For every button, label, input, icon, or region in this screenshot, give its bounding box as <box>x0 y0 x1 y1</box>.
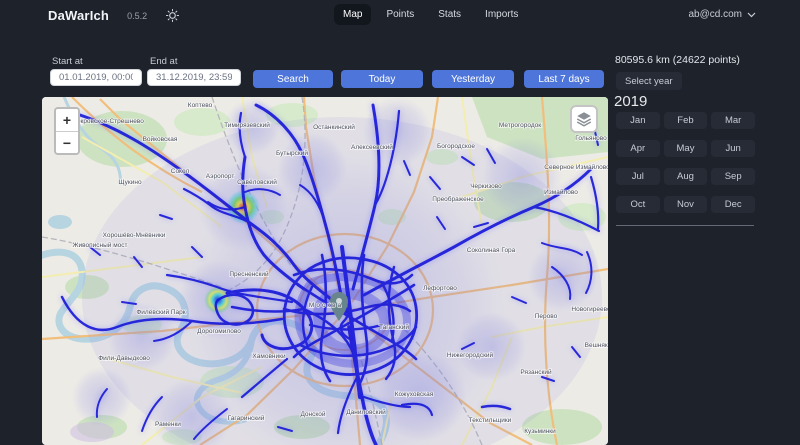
map-label: Преображенское <box>432 195 484 203</box>
map-label: Останкинский <box>313 123 355 131</box>
map-label: Войковская <box>143 135 178 143</box>
map-label: Живописный мост <box>72 241 127 249</box>
map-label: Северное Измайлово <box>544 163 608 171</box>
map-label: Таганский <box>379 323 409 331</box>
map-label: Кожуховская <box>395 391 434 398</box>
map-label: Метрогородок <box>499 122 541 129</box>
months-grid: Jan Feb Mar Apr May Jun Jul Aug Sep Oct … <box>616 112 755 213</box>
map-label: Раменки <box>155 421 181 428</box>
brand: DaWarIch 0.5.2 <box>48 8 179 23</box>
search-button[interactable]: Search <box>253 70 333 88</box>
map-canvas[interactable]: Коптево Покровское-Стрешнево Тимирязевский… <box>42 97 608 445</box>
month-button-jan[interactable]: Jan <box>616 112 660 129</box>
map-label: Пресненский <box>229 270 269 278</box>
start-at-label: Start at <box>52 56 83 67</box>
map-label: Богородское <box>437 143 475 150</box>
map-label: Даниловский <box>346 408 386 416</box>
tab-imports[interactable]: Imports <box>476 4 527 25</box>
yesterday-button[interactable]: Yesterday <box>432 70 514 88</box>
app-screen: DaWarIch 0.5.2 Map Points Stats Imports <box>0 0 800 445</box>
start-date-input[interactable] <box>50 69 142 86</box>
map-label: Покровское-Стрешнево <box>72 118 144 125</box>
sidebar-divider <box>616 225 754 226</box>
map-label: Москва <box>309 302 343 309</box>
map-label: Нижегородский <box>447 351 494 359</box>
map-label: Савёловский <box>237 178 277 186</box>
map-label: Гагаринский <box>228 414 265 422</box>
year-title: 2019 <box>614 93 647 110</box>
tab-points[interactable]: Points <box>377 4 423 25</box>
select-year-button[interactable]: Select year <box>616 72 682 90</box>
month-button-jun[interactable]: Jun <box>711 140 755 157</box>
map-label: Щукино <box>118 179 142 186</box>
month-button-feb[interactable]: Feb <box>664 112 708 129</box>
map-label: Аэропорт <box>206 173 235 180</box>
map-label: Лефортово <box>423 285 457 292</box>
map-label: Новогиреево <box>571 306 608 313</box>
navbar: DaWarIch 0.5.2 Map Points Stats Imports <box>0 0 800 34</box>
map-label: Тимирязевский <box>224 121 270 129</box>
tab-stats[interactable]: Stats <box>429 4 470 25</box>
map-layers-control[interactable] <box>570 105 598 133</box>
map-label: Бутырский <box>276 149 308 157</box>
map-label: Хамовники <box>252 353 286 360</box>
map-label: Хорошёво-Мнёвники <box>103 232 166 239</box>
month-button-sep[interactable]: Sep <box>711 168 755 185</box>
month-button-oct[interactable]: Oct <box>616 196 660 213</box>
filter-bar: Start at End at Search Today Yesterday L… <box>0 48 610 94</box>
distance-stats: 80595.6 km (24622 points) <box>615 54 740 66</box>
theme-toggle-sun-icon[interactable] <box>165 9 179 23</box>
month-button-may[interactable]: May <box>664 140 708 157</box>
end-at-label: End at <box>150 56 177 67</box>
map-label: Текстильщики <box>469 417 512 424</box>
tab-map[interactable]: Map <box>334 4 371 25</box>
user-menu[interactable]: ab@cd.com <box>688 9 756 20</box>
month-button-aug[interactable]: Aug <box>664 168 708 185</box>
layers-icon <box>575 110 593 128</box>
app-version: 0.5.2 <box>127 11 147 21</box>
map-label: Измайлово <box>544 188 578 196</box>
map-zoom-control: + − <box>54 107 80 155</box>
user-email: ab@cd.com <box>688 9 742 20</box>
map-label: Алексеевский <box>351 143 393 151</box>
month-button-dec[interactable]: Dec <box>711 196 755 213</box>
map-label: Рязанский <box>520 368 552 376</box>
today-button[interactable]: Today <box>341 70 423 88</box>
zoom-out-button[interactable]: − <box>56 131 78 153</box>
map-label: Вешняки <box>585 342 608 349</box>
end-date-input[interactable] <box>147 69 241 86</box>
main-nav: Map Points Stats Imports <box>334 4 527 25</box>
map-label: Коптево <box>188 102 213 109</box>
month-button-jul[interactable]: Jul <box>616 168 660 185</box>
app-logo: DaWarIch <box>48 8 109 23</box>
zoom-in-button[interactable]: + <box>56 109 78 131</box>
map-label: Перово <box>535 313 558 320</box>
map-label: Дорогомилово <box>197 328 241 335</box>
map-label: Донской <box>300 410 325 418</box>
map-label: Черкизово <box>470 183 502 190</box>
map-label: Соколиная Гора <box>467 247 516 254</box>
map-label: Кузьминки <box>524 428 556 435</box>
last-7-days-button[interactable]: Last 7 days <box>524 70 604 88</box>
month-button-nov[interactable]: Nov <box>664 196 708 213</box>
map-label: Фили-Давыдково <box>98 355 150 362</box>
map-container[interactable]: Коптево Покровское-Стрешнево Тимирязевский… <box>42 97 608 445</box>
map-label: Гольяново <box>575 135 607 142</box>
map-label: Филёвский Парк <box>136 308 185 316</box>
month-button-apr[interactable]: Apr <box>616 140 660 157</box>
map-label: Сокол <box>171 168 190 175</box>
month-button-mar[interactable]: Mar <box>711 112 755 129</box>
chevron-down-icon <box>747 12 756 18</box>
